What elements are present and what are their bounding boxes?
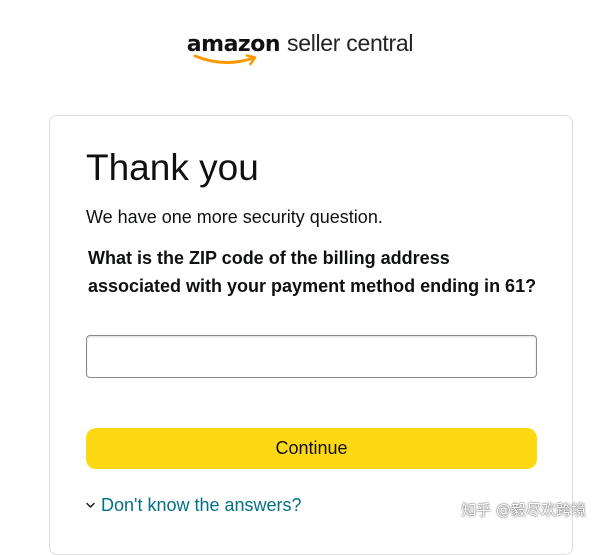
security-question-label: What is the ZIP code of the billing addr… bbox=[88, 248, 537, 296]
zip-code-input[interactable] bbox=[86, 335, 537, 378]
continue-button[interactable]: Continue bbox=[86, 428, 537, 469]
logo-wordmark: amazon seller central bbox=[187, 30, 414, 66]
amazon-smile-icon bbox=[193, 54, 257, 66]
chevron-down-icon bbox=[86, 502, 95, 508]
watermark-text: 知乎 @毅尽欢跨境 bbox=[461, 501, 586, 519]
page-title: Thank you bbox=[86, 147, 259, 188]
dont-know-answers-label: Don't know the answers? bbox=[101, 495, 302, 515]
subtitle-text: We have one more security question. bbox=[86, 207, 383, 227]
logo-seller-central-text: seller central bbox=[287, 30, 414, 56]
seller-central-logo: amazon seller central bbox=[0, 30, 600, 70]
dont-know-answers-link[interactable]: Don't know the answers? bbox=[86, 495, 302, 516]
